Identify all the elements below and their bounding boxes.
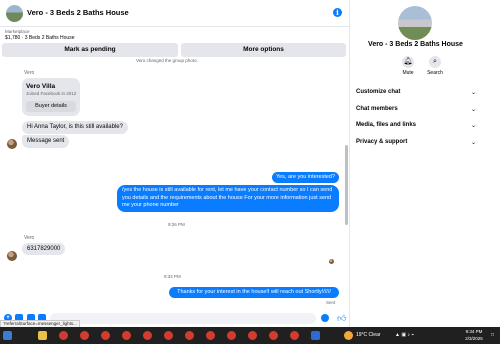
clock-time: 9:34 PM xyxy=(465,329,483,334)
chat-column: Vero - 3 Beds 2 Baths House i Marketplac… xyxy=(0,0,349,328)
chrome-icon[interactable] xyxy=(290,331,299,340)
chrome-icon[interactable] xyxy=(269,331,278,340)
message-bubble-outgoing[interactable]: Yes, are you interested? xyxy=(272,172,339,183)
info-icon[interactable]: i xyxy=(333,8,342,17)
chevron-down-icon: ⌄ xyxy=(470,140,476,146)
message-bubble-outgoing[interactable]: /yes the house is still available for re… xyxy=(117,185,339,212)
section-chat-members[interactable]: Chat members ⌄ xyxy=(356,106,476,113)
seen-avatar xyxy=(329,259,334,264)
message-bubble-outgoing[interactable]: Thanks for your interest in the house!I … xyxy=(169,287,339,298)
group-photo[interactable] xyxy=(6,5,23,22)
chrome-icon[interactable] xyxy=(185,331,194,340)
sender-name: Vero xyxy=(24,235,35,241)
chat-title[interactable]: Vero - 3 Beds 2 Baths House xyxy=(27,8,129,17)
clock-date: 2/3/2025 xyxy=(465,336,483,341)
timestamp: 9:34 PM xyxy=(164,274,181,279)
section-label: Customize chat xyxy=(356,89,401,95)
profile-card: Vero Villa Joined Facebook in 2012 Buyer… xyxy=(22,78,80,116)
message-bubble-incoming[interactable]: Message sent xyxy=(22,135,70,148)
thumbs-up-icon[interactable]: 👍︎ xyxy=(337,313,346,324)
scrollbar-thumb[interactable] xyxy=(345,145,348,225)
listing-price-title: $1,780 · 3 Beds 2 Baths House xyxy=(5,35,75,41)
message-bubble-incoming[interactable]: Hi Anna Taylor, is this still available? xyxy=(22,121,128,134)
chrome-icon[interactable] xyxy=(164,331,173,340)
mute-button[interactable]: 🔔︎ Mute xyxy=(393,56,423,76)
message-input[interactable] xyxy=(50,313,316,324)
section-customize-chat[interactable]: Customize chat ⌄ xyxy=(356,89,476,96)
notification-icon[interactable]: □ xyxy=(491,332,494,338)
mark-as-pending-button[interactable]: Mark as pending xyxy=(2,43,178,57)
bell-icon: 🔔︎ xyxy=(402,56,414,68)
chrome-icon[interactable] xyxy=(206,331,215,340)
sender-avatar[interactable] xyxy=(7,139,17,149)
sender-avatar[interactable] xyxy=(7,251,17,261)
section-label: Media, files and links xyxy=(356,122,417,128)
chevron-down-icon: ⌄ xyxy=(470,107,476,113)
app-icon[interactable] xyxy=(311,331,320,340)
chrome-icon[interactable] xyxy=(227,331,236,340)
panel-title: Vero - 3 Beds 2 Baths House xyxy=(368,41,463,48)
section-label: Chat members xyxy=(356,106,398,112)
taskbar: 19°C Clear ▲ ▣ ♪ ⌁ 9:34 PM 2/3/2025 □ xyxy=(0,327,500,344)
chrome-icon[interactable] xyxy=(248,331,257,340)
section-media-files-links[interactable]: Media, files and links ⌄ xyxy=(356,122,476,129)
message-bubble-incoming[interactable]: 6317829000 xyxy=(22,243,66,255)
chrome-icon[interactable] xyxy=(80,331,89,340)
profile-name: Vero Villa xyxy=(26,83,56,90)
clock[interactable]: 9:34 PM 2/3/2025 xyxy=(459,328,489,342)
listing-label: Marketplace xyxy=(5,29,30,34)
emoji-icon[interactable] xyxy=(321,314,329,322)
buyer-details-button[interactable]: Buyer details xyxy=(26,101,76,112)
search-button[interactable]: ⌕ Search xyxy=(420,56,450,76)
search-icon: ⌕ xyxy=(429,56,441,68)
chat-header: Vero - 3 Beds 2 Baths House i xyxy=(0,0,349,27)
mute-label: Mute xyxy=(402,70,414,76)
section-label: Privacy & support xyxy=(356,139,408,145)
search-label: Search xyxy=(427,70,443,76)
system-note: Vero changed the group photo. xyxy=(136,58,198,63)
weather-text[interactable]: 19°C Clear xyxy=(356,332,381,338)
messenger-window: Vero - 3 Beds 2 Baths House i Marketplac… xyxy=(0,0,500,344)
sender-name: Vero xyxy=(24,70,35,76)
chrome-icon[interactable] xyxy=(101,331,110,340)
conversation-info-panel: Vero - 3 Beds 2 Baths House 🔔︎ Mute ⌕ Se… xyxy=(349,0,500,327)
more-options-button[interactable]: More options xyxy=(181,43,346,57)
listing-actions: Mark as pending More options xyxy=(0,43,349,58)
start-icon[interactable] xyxy=(3,331,12,340)
file-explorer-icon[interactable] xyxy=(38,331,47,340)
profile-joined: Joined Facebook in 2012 xyxy=(26,91,77,96)
timestamp: 9:26 PM xyxy=(168,222,185,227)
system-tray-icons[interactable]: ▲ ▣ ♪ ⌁ xyxy=(395,332,414,338)
chrome-icon[interactable] xyxy=(59,331,68,340)
listing-banner[interactable]: Marketplace $1,780 · 3 Beds 2 Baths Hous… xyxy=(0,27,349,43)
weather-icon[interactable] xyxy=(344,331,353,340)
group-photo-large[interactable] xyxy=(398,6,432,40)
chrome-icon[interactable] xyxy=(122,331,131,340)
chevron-down-icon: ⌄ xyxy=(470,123,476,129)
sent-status: Sent xyxy=(326,300,336,305)
chrome-icon[interactable] xyxy=(143,331,152,340)
section-privacy-support[interactable]: Privacy & support ⌄ xyxy=(356,139,476,146)
chevron-down-icon: ⌄ xyxy=(470,90,476,96)
